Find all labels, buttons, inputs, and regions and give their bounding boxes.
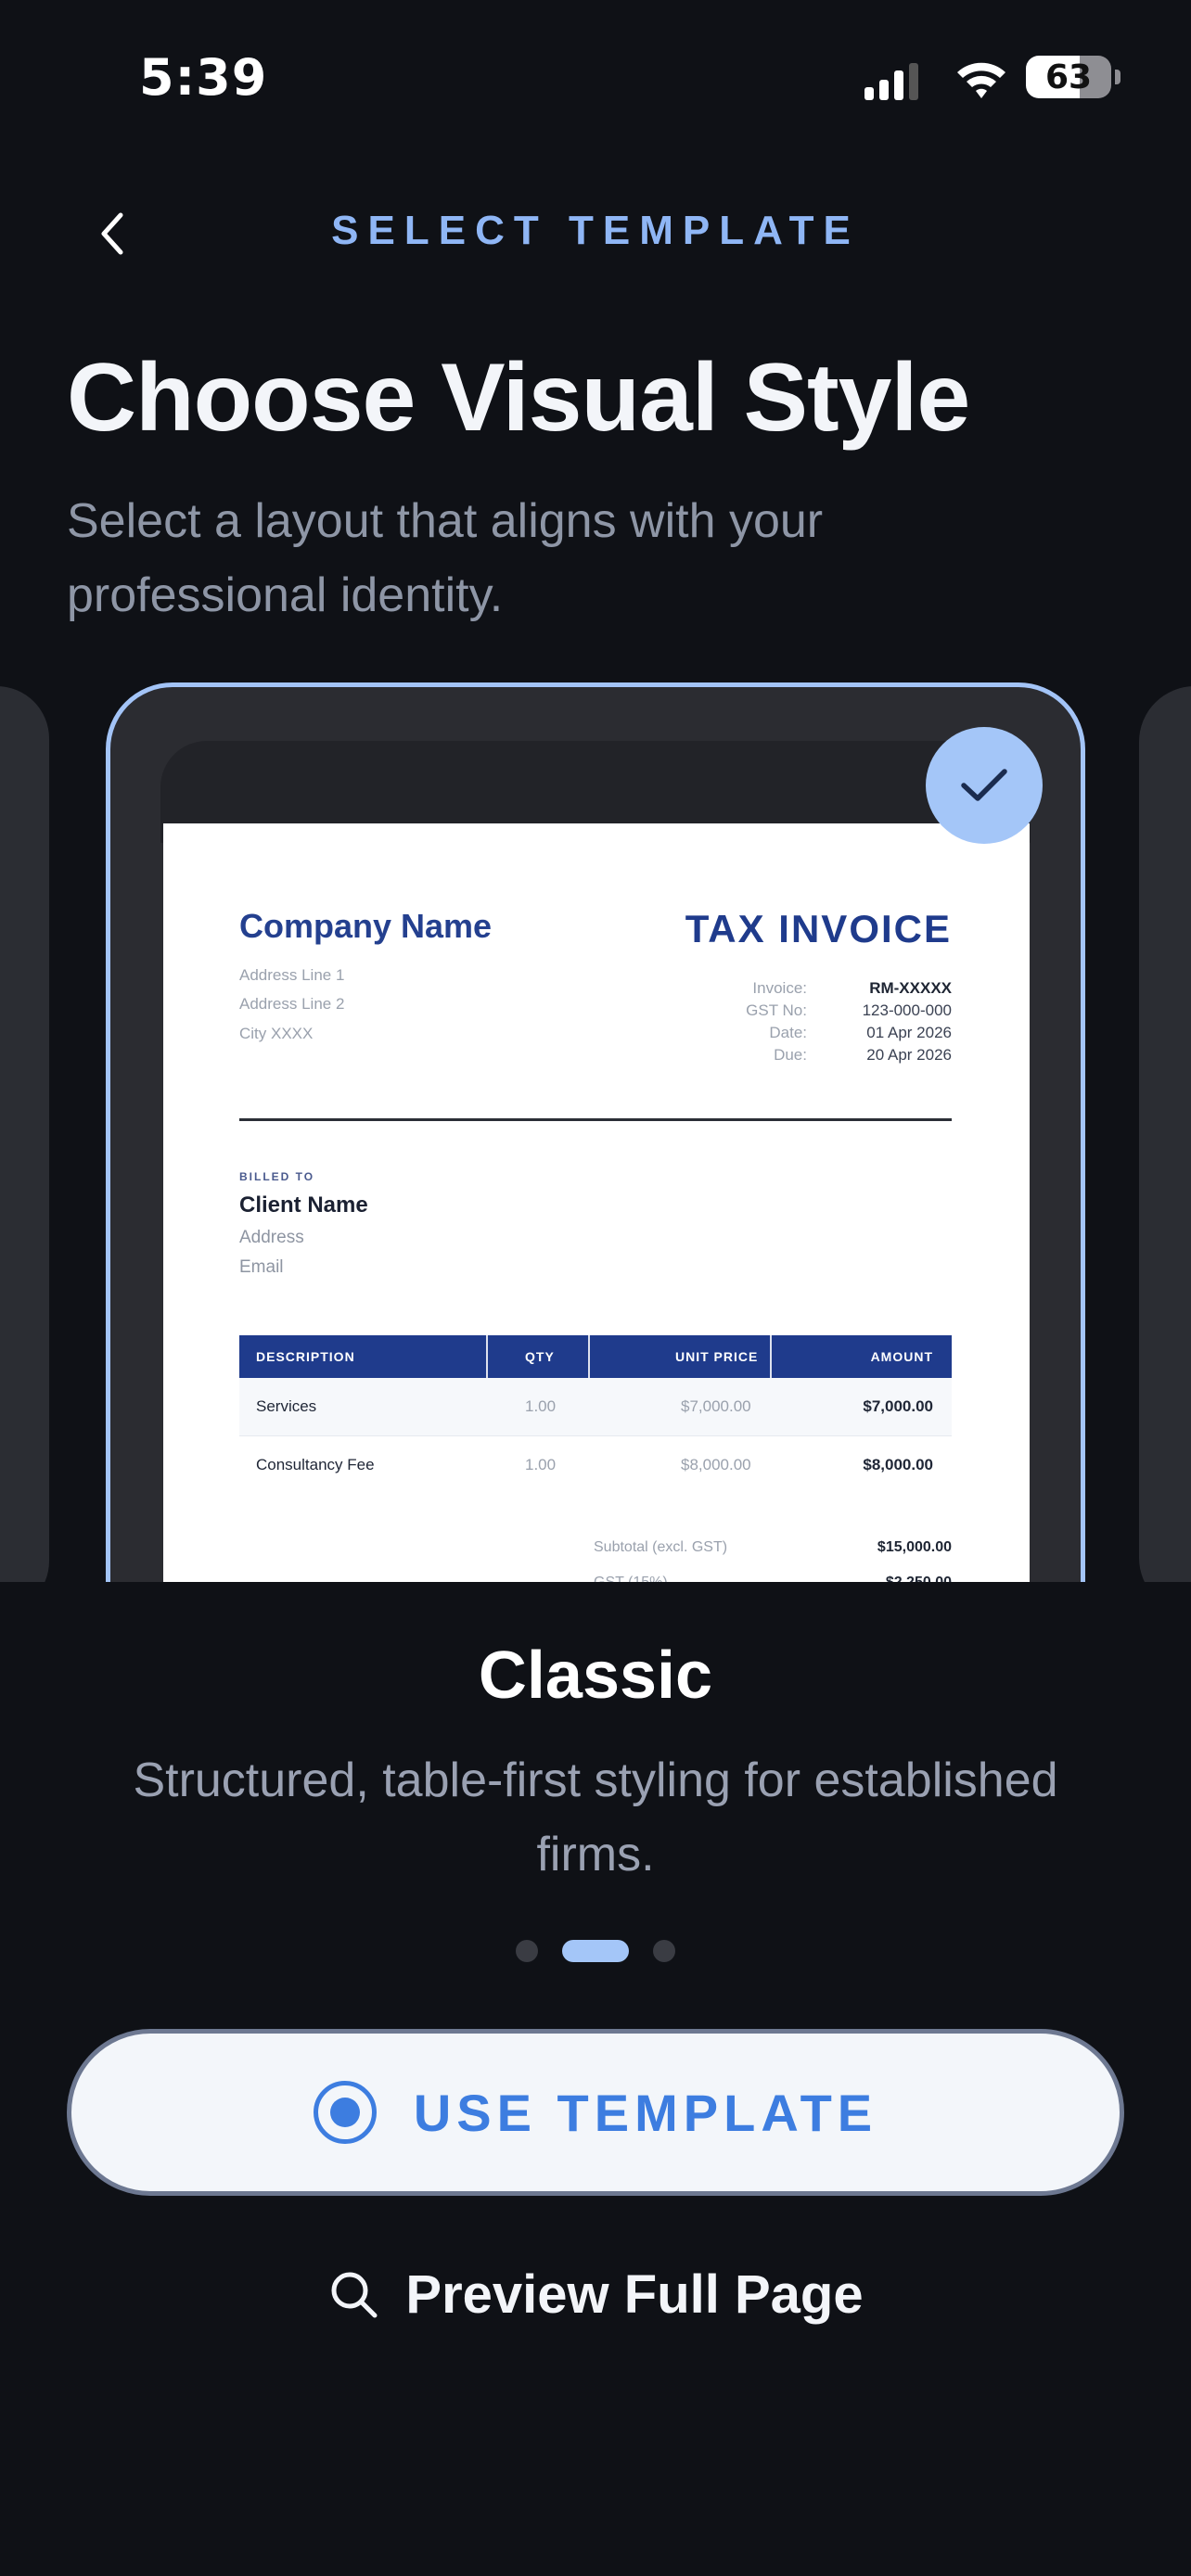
preview-full-page-button[interactable]: Preview Full Page	[0, 2259, 1191, 2329]
cellular-signal-icon	[864, 63, 918, 100]
invoice-meta-value: 01 Apr 2026	[866, 1024, 952, 1041]
invoice-company-name: Company Name	[239, 907, 493, 945]
cell-amount: $8,000.00	[863, 1456, 933, 1473]
cell-description: Services	[256, 1397, 317, 1415]
invoice-meta-value: 123-000-000	[862, 1001, 952, 1019]
invoice-meta-value: 20 Apr 2026	[866, 1046, 952, 1064]
use-template-label: USE TEMPLATE	[413, 2083, 878, 2142]
carousel-page-indicator	[0, 1940, 1191, 1962]
preview-label: Preview Full Page	[405, 2264, 864, 2325]
client-email: Email	[239, 1257, 284, 1277]
invoice-meta-label: Due:	[774, 1046, 807, 1064]
use-template-button[interactable]: USE TEMPLATE	[67, 2029, 1124, 2196]
page-title: Choose Visual Style	[67, 344, 970, 452]
invoice-doc-title: TAX INVOICE	[685, 907, 952, 950]
gst-value: $2,250.00	[886, 1575, 952, 1582]
invoice-meta-label: Invoice:	[752, 979, 807, 997]
battery-tip	[1115, 70, 1121, 84]
invoice-table-header: DESCRIPTION QTY UNIT PRICE AMOUNT	[239, 1335, 952, 1378]
cell-amount: $7,000.00	[863, 1397, 933, 1415]
cell-unit-price: $7,000.00	[681, 1397, 751, 1415]
template-description: Structured, table-first styling for esta…	[133, 1753, 1058, 1881]
page-dot-active[interactable]	[562, 1940, 629, 1962]
invoice-address-line: City XXXX	[239, 1025, 314, 1042]
invoice-meta-label: GST No:	[746, 1001, 807, 1019]
template-name: Classic	[478, 1639, 713, 1713]
status-time: 5:39	[139, 48, 268, 107]
column-header-qty: QTY	[525, 1349, 555, 1364]
invoice-preview: Company Name Address Line 1 Address Line…	[163, 823, 1030, 1582]
wifi-icon	[957, 62, 1005, 98]
column-header-amount: AMOUNT	[870, 1349, 933, 1364]
cell-description: Consultancy Fee	[256, 1456, 375, 1473]
column-divider	[486, 1335, 488, 1378]
column-divider	[588, 1335, 590, 1378]
page-subtitle: Select a layout that aligns with your pr…	[67, 494, 824, 622]
battery-level: 63	[1044, 57, 1093, 96]
client-address: Address	[239, 1228, 304, 1247]
invoice-address-line: Address Line 1	[239, 966, 345, 984]
page-dot[interactable]	[653, 1940, 675, 1962]
invoice-divider	[239, 1118, 952, 1121]
gst-label: GST (15%)	[594, 1575, 668, 1582]
cell-qty: 1.00	[525, 1456, 557, 1473]
column-header-description: DESCRIPTION	[256, 1349, 355, 1364]
nav-title: SELECT TEMPLATE	[331, 208, 860, 253]
cell-qty: 1.00	[525, 1397, 557, 1415]
invoice-address-line: Address Line 2	[239, 995, 345, 1013]
status-icons: 63	[863, 56, 1122, 102]
checkmark-icon	[961, 769, 1007, 801]
table-row: Services 1.00 $7,000.00 $7,000.00	[239, 1378, 952, 1435]
billed-to-label: BILLED TO	[239, 1170, 315, 1183]
column-header-unit-price: UNIT PRICE	[675, 1349, 759, 1364]
battery-icon: 63	[1026, 56, 1111, 98]
selected-check-badge	[926, 727, 1043, 844]
carousel-card-previous[interactable]	[0, 686, 49, 1613]
cell-unit-price: $8,000.00	[681, 1456, 751, 1473]
radio-selected-icon	[313, 2081, 377, 2144]
page-dot[interactable]	[516, 1940, 538, 1962]
subtotal-label: Subtotal (excl. GST)	[594, 1539, 728, 1555]
carousel-card-next[interactable]	[1139, 686, 1191, 1613]
search-icon	[331, 2272, 378, 2318]
column-divider	[770, 1335, 772, 1378]
invoice-meta-value: RM-XXXXX	[869, 979, 952, 997]
client-name: Client Name	[239, 1192, 368, 1218]
invoice-meta-label: Date:	[769, 1024, 807, 1041]
table-row: Consultancy Fee 1.00 $8,000.00 $8,000.00	[239, 1436, 952, 1494]
subtotal-value: $15,000.00	[877, 1539, 952, 1555]
